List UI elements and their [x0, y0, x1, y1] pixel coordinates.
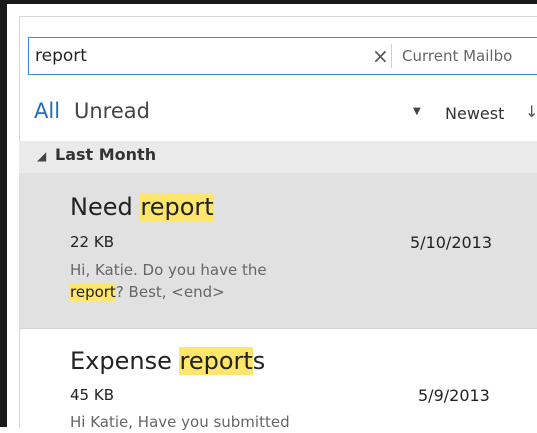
search-divider	[391, 44, 392, 68]
message-preview: Hi Katie, Have you submitted	[70, 413, 290, 431]
search-highlight: report	[70, 283, 116, 301]
sort-direction-icon[interactable]: ↓	[525, 102, 537, 121]
search-input[interactable]: report	[35, 46, 87, 66]
close-icon[interactable]: ×	[372, 44, 389, 68]
list-divider	[19, 328, 537, 329]
message-date: 5/9/2013	[418, 386, 490, 405]
search-box[interactable]: report × Current Mailbo	[28, 37, 537, 75]
window-frame-top	[0, 0, 537, 4]
message-subject: Expense reports	[70, 347, 266, 375]
sort-order-button[interactable]: Newest	[445, 104, 504, 123]
message-size: 45 KB	[70, 386, 114, 404]
search-scope-dropdown[interactable]: Current Mailbo	[402, 47, 512, 65]
group-header-label: Last Month	[55, 145, 157, 164]
message-size: 22 KB	[70, 233, 114, 251]
message-subject: Need report	[70, 193, 214, 221]
search-highlight: report	[140, 193, 214, 221]
message-date: 5/10/2013	[410, 233, 493, 252]
message-preview: Hi, Katie. Do you have the report? Best,…	[70, 261, 267, 301]
search-highlight: report	[179, 347, 253, 375]
window-frame-left	[0, 0, 7, 427]
collapse-triangle-icon[interactable]: ◢	[37, 149, 46, 163]
filter-unread-tab[interactable]: Unread	[74, 99, 150, 123]
filter-dropdown-icon[interactable]: ▼	[413, 106, 421, 117]
filter-all-tab[interactable]: All	[34, 99, 60, 123]
